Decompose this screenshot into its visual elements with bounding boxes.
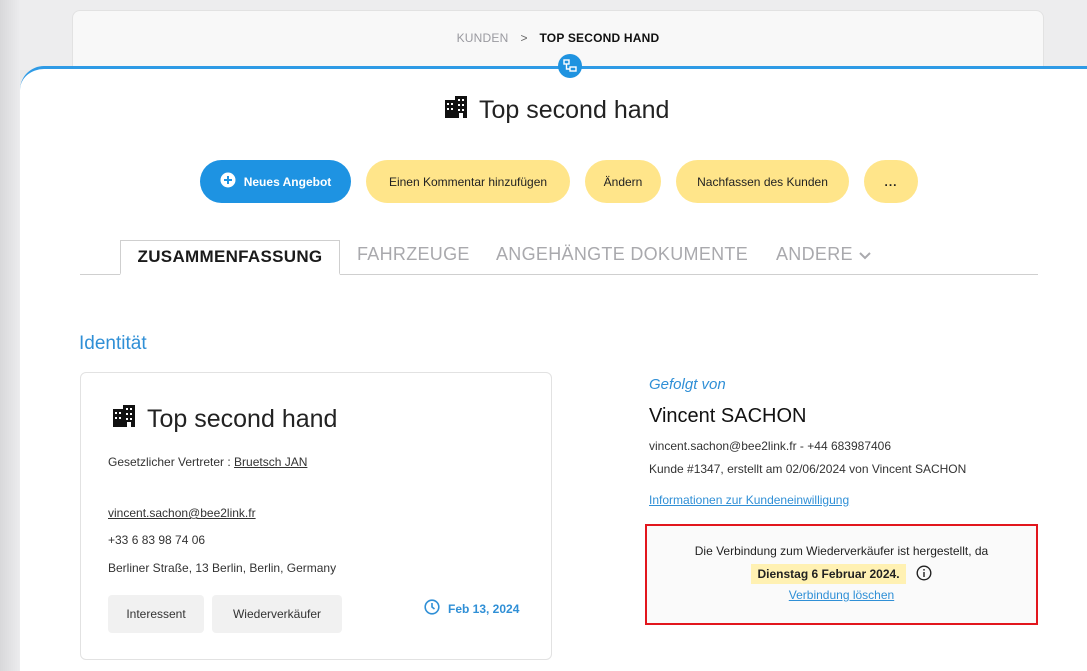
new-offer-label: Neues Angebot [243, 174, 332, 189]
breadcrumb-separator: > [520, 31, 528, 45]
identity-phone: +33 6 83 98 74 06 [108, 533, 206, 547]
plus-circle-icon [220, 172, 236, 191]
reseller-connection-notice: Die Verbindung zum Wiederverkäufer ist h… [645, 524, 1038, 625]
page-title: Top second hand [443, 94, 669, 127]
tag-prospect[interactable]: Interessent [108, 595, 204, 633]
tab-summary[interactable]: ZUSAMMENFASSUNG [120, 240, 340, 275]
followed-by-contact: vincent.sachon@bee2link.fr - +44 6839874… [649, 439, 892, 453]
info-icon[interactable] [916, 564, 932, 584]
breadcrumb-current: TOP SECOND HAND [539, 31, 660, 45]
more-actions-button[interactable]: ... [864, 160, 918, 203]
identity-section-title: Identität [79, 333, 147, 354]
identity-date: Feb 13, 2024 [424, 599, 519, 618]
identity-title: Top second hand [111, 403, 337, 436]
consent-info-link[interactable]: Informationen zur Kundeneinwilligung [649, 493, 849, 507]
tab-other[interactable]: ANDERE [776, 244, 871, 265]
identity-name: Top second hand [147, 405, 338, 433]
legal-rep-link[interactable]: Bruetsch JAN [234, 455, 307, 469]
identity-card: Top second hand Gesetzlicher Vertreter :… [80, 372, 552, 660]
hierarchy-icon [558, 54, 582, 78]
notice-date: Dienstag 6 Februar 2024. [751, 564, 906, 584]
edit-button[interactable]: Ändern [585, 160, 661, 203]
tab-attached-documents[interactable]: ANGEHÄNGTE DOKUMENTE [496, 244, 748, 265]
background-left [0, 0, 20, 671]
tab-vehicles[interactable]: FAHRZEUGE [357, 244, 470, 265]
legal-rep-label: Gesetzlicher Vertreter : [108, 455, 235, 469]
chevron-down-icon [859, 244, 871, 265]
breadcrumb-parent[interactable]: KUNDEN [457, 31, 509, 45]
breadcrumb: KUNDEN > TOP SECOND HAND [72, 10, 1044, 66]
notice-text: Die Verbindung zum Wiederverkäufer ist h… [694, 544, 989, 558]
customer-meta: Kunde #1347, erstellt am 02/06/2024 von … [649, 462, 967, 476]
add-comment-button[interactable]: Einen Kommentar hinzufügen [366, 160, 570, 203]
page-title-text: Top second hand [479, 96, 670, 124]
identity-date-text: Feb 13, 2024 [448, 601, 520, 616]
followed-by-name: Vincent SACHON [649, 405, 807, 427]
tab-other-label: ANDERE [776, 244, 853, 264]
tag-reseller[interactable]: Wiederverkäufer [212, 595, 342, 633]
building-icon [443, 94, 469, 127]
clock-icon [424, 599, 440, 618]
building-icon [111, 403, 137, 436]
follow-up-button[interactable]: Nachfassen des Kunden [676, 160, 849, 203]
new-offer-button[interactable]: Neues Angebot [200, 160, 351, 203]
identity-address: Berliner Straße, 13 Berlin, Berlin, Germ… [108, 561, 337, 575]
identity-email-link[interactable]: vincent.sachon@bee2link.fr [108, 506, 256, 520]
notice-date-row: Dienstag 6 Februar 2024. [647, 564, 1036, 584]
legal-representative: Gesetzlicher Vertreter : Bruetsch JAN [108, 455, 307, 469]
followed-by-label: Gefolgt von [649, 376, 726, 393]
delete-connection-link[interactable]: Verbindung löschen [647, 588, 1036, 602]
